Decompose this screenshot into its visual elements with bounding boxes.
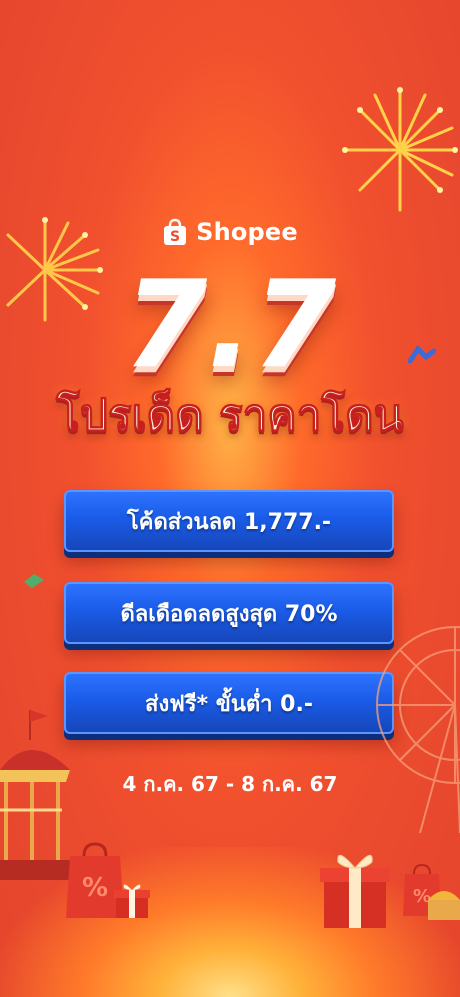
brand-name: Shopee [196,218,298,246]
floating-leaf-icon [24,574,44,588]
floating-ribbon-icon [408,345,436,364]
hero-subtitle: โปรเด็ด ราคาโดน [56,390,404,441]
hot-deals-button[interactable]: ดีลเดือดลดสูงสุด 70% [64,582,394,644]
svg-text:%: % [82,873,108,903]
brand-header: S Shopee [0,218,460,246]
gift-box-right-illustration [320,854,390,928]
firework-top-right [342,87,458,212]
promo-page: S Shopee 7.7 โปรเด็ด ราคาโดน โค้ดส่วนลด … [0,0,460,997]
hero-number: 7.7 [123,256,337,395]
carousel-top-right-illustration [428,891,460,920]
free-shipping-button[interactable]: ส่งฟรี* ขั้นต่ำ 0.- [64,672,394,734]
discount-code-button[interactable]: โค้ดส่วนลด 1,777.- [64,490,394,552]
gift-box-small-left-illustration [114,884,150,918]
shopping-bag-icon: S [164,218,187,245]
svg-text:S: S [170,229,180,245]
ferris-wheel-illustration [376,626,460,834]
